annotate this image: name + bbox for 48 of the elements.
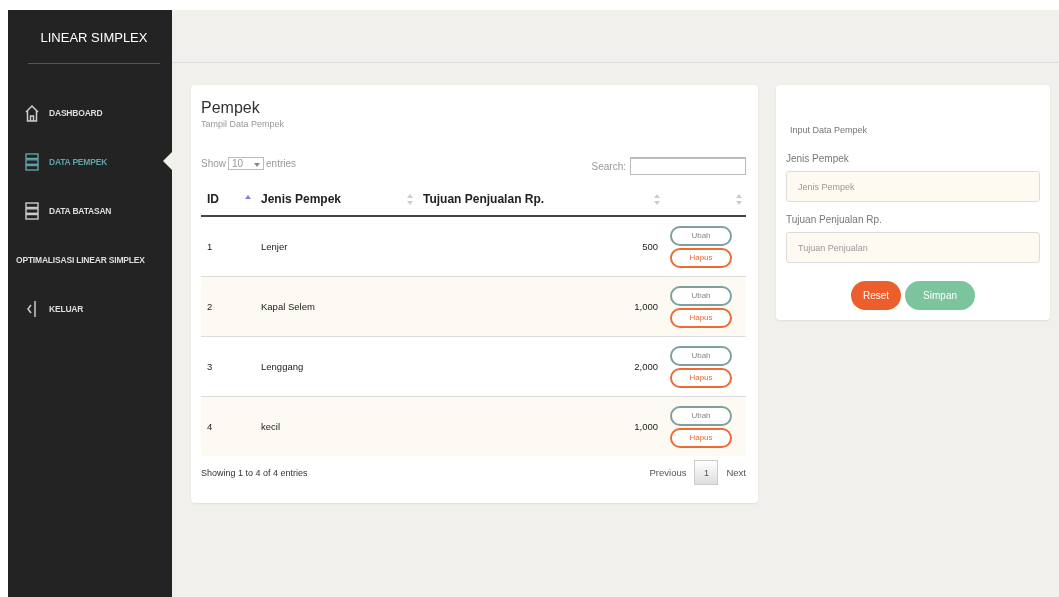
table-cell: 500 (417, 216, 664, 277)
entries-label: entries (266, 157, 297, 169)
table-info: Showing 1 to 4 of 4 entries (201, 467, 308, 478)
previous-link[interactable]: Previous (649, 467, 687, 478)
stack-icon (25, 152, 39, 171)
sidebar-item[interactable]: DATA BATASAN (8, 186, 172, 235)
sidebar-item[interactable]: DATA PEMPEK (8, 137, 172, 186)
next-link[interactable]: Next (726, 467, 746, 478)
table-cell: 1,000 (417, 396, 664, 456)
brand-title: LINEAR SIMPLEX (28, 10, 160, 64)
edit-button[interactable]: Ubah (670, 285, 732, 306)
table-cell: 1 (201, 216, 255, 277)
home-icon (25, 103, 39, 122)
delete-button[interactable]: Hapus (670, 367, 732, 388)
sidebar-item[interactable]: KELUAR (8, 284, 172, 333)
sidebar-item[interactable]: DASHBOARD (8, 88, 172, 137)
table-cell: kecil (255, 396, 417, 456)
sidebar-item[interactable]: OPTIMALISASI LINEAR SIMPLEX (8, 235, 172, 284)
search-label: Search: (591, 160, 626, 172)
delete-button[interactable]: Hapus (670, 247, 732, 268)
table-cell: 2,000 (417, 336, 664, 397)
delete-button[interactable]: Hapus (670, 307, 732, 328)
table-cell: 3 (201, 336, 255, 397)
table-cell: 2 (201, 276, 255, 337)
table-cell: Lenggang (255, 336, 417, 397)
delete-button[interactable]: Hapus (670, 427, 732, 448)
caret-icon (254, 162, 260, 167)
edit-button[interactable]: Ubah (670, 345, 732, 366)
stack-icon (25, 201, 39, 220)
field-label: Tujuan Penjualan Rp. (786, 214, 883, 225)
edit-button[interactable]: Ubah (670, 225, 732, 246)
table-cell: Kapal Selem (255, 276, 417, 337)
field-label: Jenis Pempek (786, 153, 850, 164)
input-field[interactable]: Tujuan Penjualan (786, 232, 1040, 263)
search-field[interactable] (630, 157, 746, 175)
card-subtitle: Tampil Data Pempek (201, 119, 286, 129)
table-cell: 4 (201, 396, 255, 456)
table-cell: Lenjer (255, 216, 417, 277)
form-title: Input Data Pempek (789, 125, 869, 135)
show-label: Show (201, 157, 226, 169)
exit-icon (25, 299, 39, 318)
reset-button[interactable]: Reset (851, 281, 902, 310)
edit-button[interactable]: Ubah (670, 405, 732, 426)
input-field[interactable]: Jenis Pempek (786, 171, 1040, 202)
entries-select[interactable]: 10 (228, 156, 264, 170)
card-title: Pempek (201, 99, 261, 117)
page-button[interactable]: 1 (694, 460, 719, 485)
table-cell: 1,000 (417, 276, 664, 337)
